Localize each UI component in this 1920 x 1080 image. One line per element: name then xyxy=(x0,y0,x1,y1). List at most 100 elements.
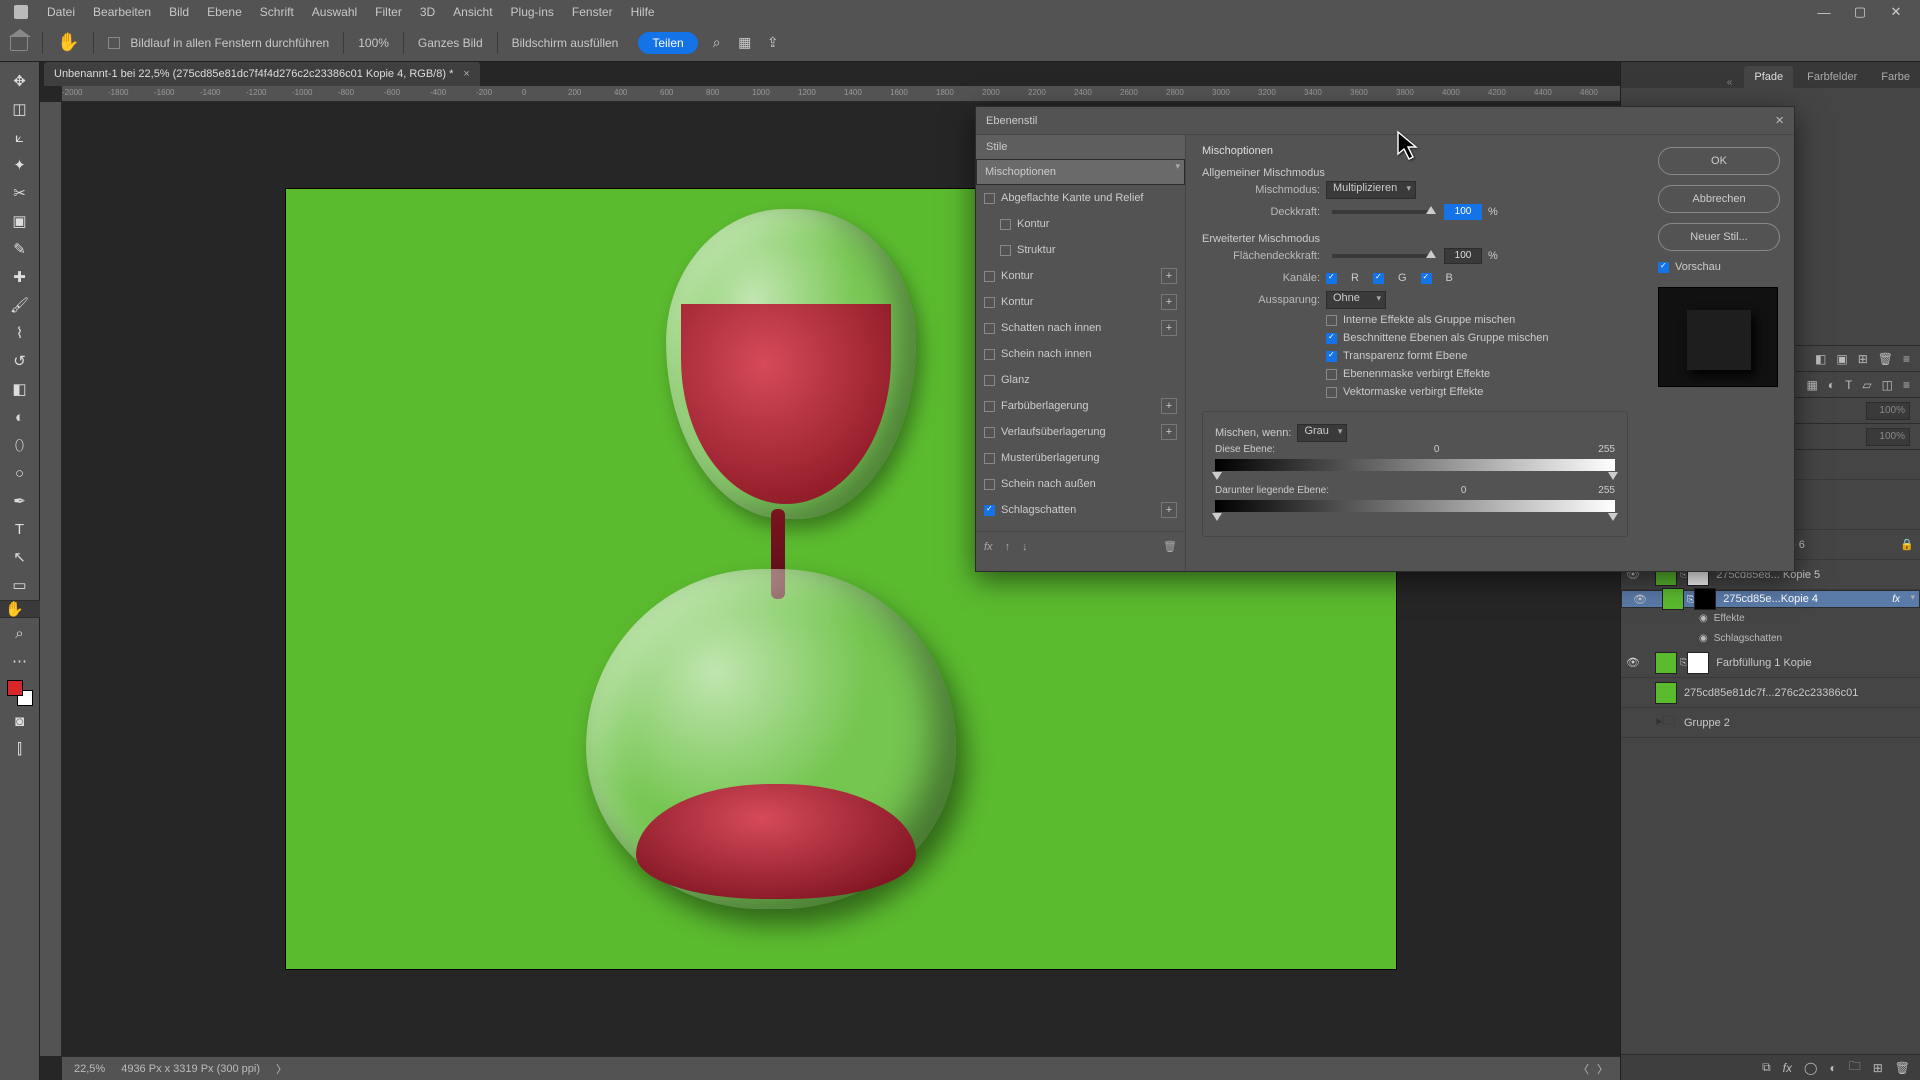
add-effect-icon[interactable]: + xyxy=(1161,320,1177,336)
style-item[interactable]: Kontur+ xyxy=(976,289,1185,315)
layer-fx-icon[interactable]: fx xyxy=(1783,1061,1792,1075)
add-effect-icon[interactable]: + xyxy=(1161,424,1177,440)
crop-tool-icon[interactable]: ✂ xyxy=(6,180,34,206)
layer-mask-icon[interactable]: ◯ xyxy=(1804,1061,1817,1075)
stamp-tool-icon[interactable]: ⌇ xyxy=(6,320,34,346)
cancel-button[interactable]: Abbrechen xyxy=(1658,185,1780,213)
screenmode-icon[interactable]: ⫿ xyxy=(6,736,34,762)
dodge-tool-icon[interactable]: ○ xyxy=(6,460,34,486)
channel-b-checkbox[interactable] xyxy=(1421,273,1432,284)
style-item[interactable]: Kontur xyxy=(976,211,1185,237)
layer-effect-row[interactable]: ◉Schlagschatten xyxy=(1621,628,1920,648)
menu-ansicht[interactable]: Ansicht xyxy=(444,0,501,24)
fx-badge[interactable]: fx xyxy=(1889,594,1903,605)
style-checkbox[interactable] xyxy=(984,375,995,386)
channel-g-checkbox[interactable] xyxy=(1373,273,1384,284)
menu-bearbeiten[interactable]: Bearbeiten xyxy=(84,0,160,24)
heal-tool-icon[interactable]: ✚ xyxy=(6,264,34,290)
visibility-icon[interactable]: 👁 xyxy=(1628,593,1652,606)
blend-option-checkbox[interactable] xyxy=(1326,351,1337,362)
link-layers-icon[interactable]: ⧉ xyxy=(1762,1060,1771,1075)
tab-pfade[interactable]: Pfade xyxy=(1744,66,1793,88)
panel-collapse-icon[interactable]: « xyxy=(1727,77,1733,88)
marquee-tool-icon[interactable]: ◫ xyxy=(6,96,34,122)
panel-menu-icon[interactable]: ≡ xyxy=(1903,352,1910,366)
eyedropper-tool-icon[interactable]: ✎ xyxy=(6,236,34,262)
color-swatches[interactable] xyxy=(7,680,33,706)
style-item[interactable]: Schein nach außen xyxy=(976,471,1185,497)
style-checkbox[interactable] xyxy=(984,505,995,516)
opacity-value[interactable]: 100% xyxy=(1866,402,1910,420)
style-item[interactable]: Musterüberlagerung xyxy=(976,445,1185,471)
layer-effect-row[interactable]: ◉Effekte xyxy=(1621,608,1920,628)
panel-menu2-icon[interactable]: ≡ xyxy=(1903,378,1910,392)
new-layer-icon[interactable]: ⊞ xyxy=(1873,1061,1883,1075)
filter-type-icon[interactable]: T xyxy=(1845,378,1852,392)
preview-checkbox[interactable] xyxy=(1658,262,1669,273)
move-up-icon[interactable]: ↑ xyxy=(1005,541,1011,553)
opacity-slider[interactable] xyxy=(1332,210,1432,214)
frame-tool-icon[interactable]: ▣ xyxy=(6,208,34,234)
visibility-icon[interactable]: 👁 xyxy=(1621,656,1645,669)
mask-icon[interactable]: ▣ xyxy=(1836,352,1847,366)
history-brush-icon[interactable]: ↺ xyxy=(6,348,34,374)
fit-screen-button[interactable]: Ganzes Bild xyxy=(418,36,483,50)
fill-value[interactable]: 100% xyxy=(1866,428,1910,446)
dialog-titlebar[interactable]: Ebenenstil × xyxy=(976,107,1794,135)
trash-icon[interactable]: 🗑 xyxy=(1878,352,1893,366)
menu-filter[interactable]: Filter xyxy=(366,0,411,24)
edit-toolbar-icon[interactable]: ⋯ xyxy=(6,648,34,674)
workspace-icon[interactable]: ▦ xyxy=(736,34,754,52)
status-prev-icon[interactable]: 〈 xyxy=(1578,1061,1589,1077)
add-effect-icon[interactable]: + xyxy=(1161,502,1177,518)
style-checkbox[interactable] xyxy=(984,401,995,412)
blendif-select[interactable]: Grau xyxy=(1297,424,1347,442)
layer-row[interactable]: 275cd85e81dc7f...276c2c23386c01 xyxy=(1621,678,1920,708)
this-layer-gradient[interactable] xyxy=(1215,459,1615,471)
eraser-tool-icon[interactable]: ◧ xyxy=(6,376,34,402)
fill-opacity-slider[interactable] xyxy=(1332,254,1432,258)
wand-tool-icon[interactable]: ✦ xyxy=(6,152,34,178)
style-checkbox[interactable] xyxy=(984,349,995,360)
export-icon[interactable]: ⇪ xyxy=(764,34,782,52)
quickmask-icon[interactable]: ◙ xyxy=(6,708,34,734)
style-item[interactable]: Kontur+ xyxy=(976,263,1185,289)
add-icon[interactable]: ⊞ xyxy=(1858,352,1868,366)
style-checkbox[interactable] xyxy=(984,297,995,308)
layer-row[interactable]: 👁⎘Farbfüllung 1 Kopie xyxy=(1621,648,1920,678)
scroll-all-checkbox[interactable] xyxy=(108,37,120,49)
menu-3d[interactable]: 3D xyxy=(411,0,444,24)
menu-bild[interactable]: Bild xyxy=(160,0,198,24)
style-item[interactable]: Farbüberlagerung+ xyxy=(976,393,1185,419)
status-next-icon[interactable]: 〉 xyxy=(1597,1061,1608,1077)
blend-mode-select[interactable]: Multiplizieren xyxy=(1326,181,1416,199)
zoom-100-button[interactable]: 100% xyxy=(358,36,389,50)
blend-option-checkbox[interactable] xyxy=(1326,315,1337,326)
menu-fenster[interactable]: Fenster xyxy=(563,0,622,24)
document-tab[interactable]: Unbenannt-1 bei 22,5% (275cd85e81dc7f4f4… xyxy=(44,62,480,86)
window-close-icon[interactable]: ✕ xyxy=(1878,4,1914,20)
style-item[interactable]: Schlagschatten+ xyxy=(976,497,1185,523)
blend-option-checkbox[interactable] xyxy=(1326,333,1337,344)
blur-tool-icon[interactable]: ⬯ xyxy=(6,432,34,458)
home-icon[interactable] xyxy=(10,35,28,51)
filter-shape-icon[interactable]: ▱ xyxy=(1862,378,1871,392)
menu-ebene[interactable]: Ebene xyxy=(198,0,251,24)
search-icon[interactable]: ⌕ xyxy=(708,34,726,52)
fill-screen-button[interactable]: Bildschirm ausfüllen xyxy=(512,36,619,50)
style-checkbox[interactable] xyxy=(984,193,995,204)
layer-row[interactable]: ▸🗀Gruppe 2 xyxy=(1621,708,1920,738)
dialog-close-icon[interactable]: × xyxy=(1775,112,1784,129)
tab-farbe[interactable]: Farbe xyxy=(1871,66,1920,88)
blend-option-checkbox[interactable] xyxy=(1326,387,1337,398)
style-checkbox[interactable] xyxy=(984,453,995,464)
status-zoom[interactable]: 22,5% xyxy=(74,1063,105,1075)
style-item[interactable]: Abgeflachte Kante und Relief xyxy=(976,185,1185,211)
fill-opacity-input[interactable]: 100 xyxy=(1444,248,1482,264)
ok-button[interactable]: OK xyxy=(1658,147,1780,175)
style-checkbox[interactable] xyxy=(984,271,995,282)
menu-auswahl[interactable]: Auswahl xyxy=(303,0,366,24)
gradient-tool-icon[interactable]: ◐ xyxy=(6,404,34,430)
lasso-tool-icon[interactable]: ⟀ xyxy=(6,124,34,150)
filter-smart-icon[interactable]: ◫ xyxy=(1882,378,1893,392)
